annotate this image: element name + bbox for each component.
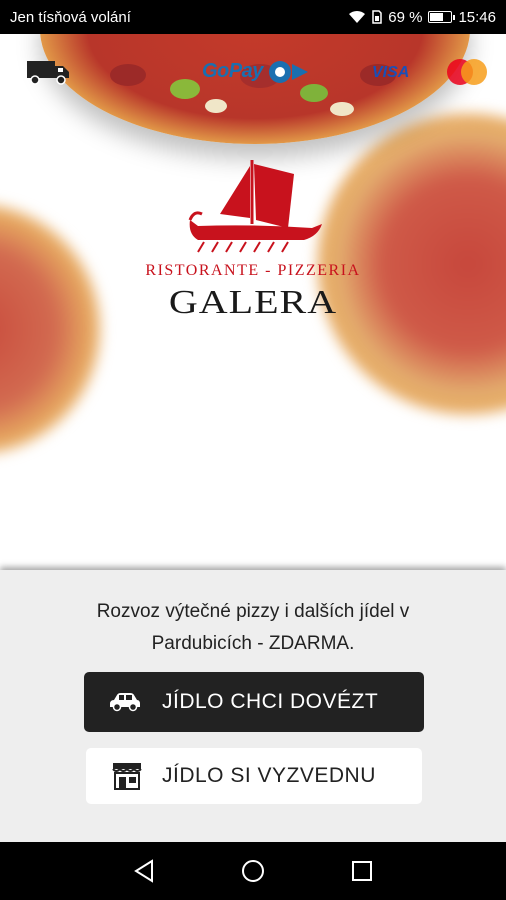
status-bar: Jen tísňová volání 69 % 15:46 xyxy=(0,0,506,34)
description-line-1: Rozvoz výtečné pizzy i dalších jídel v xyxy=(96,601,410,622)
brand-name: GALERA xyxy=(168,282,338,321)
navigation-bar xyxy=(0,842,506,900)
recents-icon[interactable] xyxy=(349,858,375,884)
galera-ship-logo xyxy=(188,160,322,253)
description-line-2: Pardubicích - ZDARMA. xyxy=(151,633,355,654)
visa-logo: VISA xyxy=(372,64,410,81)
back-icon[interactable] xyxy=(131,858,157,884)
shop-icon xyxy=(110,762,144,790)
gopay-logo: GoPay xyxy=(202,58,312,86)
hero-banner: GoPay VISA RISTORANTE - PIZZERIA GALERA xyxy=(0,34,506,570)
sim-icon xyxy=(372,10,382,24)
carrier-text: Jen tísňová volání xyxy=(10,8,131,26)
truck-icon xyxy=(27,61,69,85)
wifi-icon xyxy=(349,10,366,23)
home-icon[interactable] xyxy=(240,858,266,884)
description-text: Rozvoz výtečné pizzy i dalších jídel v P… xyxy=(0,596,506,660)
pickup-button[interactable]: JÍDLO SI VYZVEDNU xyxy=(86,748,422,804)
mastercard-logo xyxy=(447,59,487,85)
pickup-button-label: JÍDLO SI VYZVEDNU xyxy=(162,764,376,787)
car-icon xyxy=(108,688,142,716)
battery-percent: 69 % xyxy=(388,8,423,26)
brand-tagline: RISTORANTE - PIZZERIA xyxy=(145,262,361,279)
status-icons: 69 % 15:46 xyxy=(348,9,496,26)
clock: 15:46 xyxy=(458,8,496,26)
gopay-arrow-icon xyxy=(268,61,308,83)
delivery-button-label: JÍDLO CHCI DOVÉZT xyxy=(162,690,379,713)
battery-icon xyxy=(428,11,456,23)
delivery-button[interactable]: JÍDLO CHCI DOVÉZT xyxy=(84,672,424,732)
pizza-image-left xyxy=(0,204,100,454)
